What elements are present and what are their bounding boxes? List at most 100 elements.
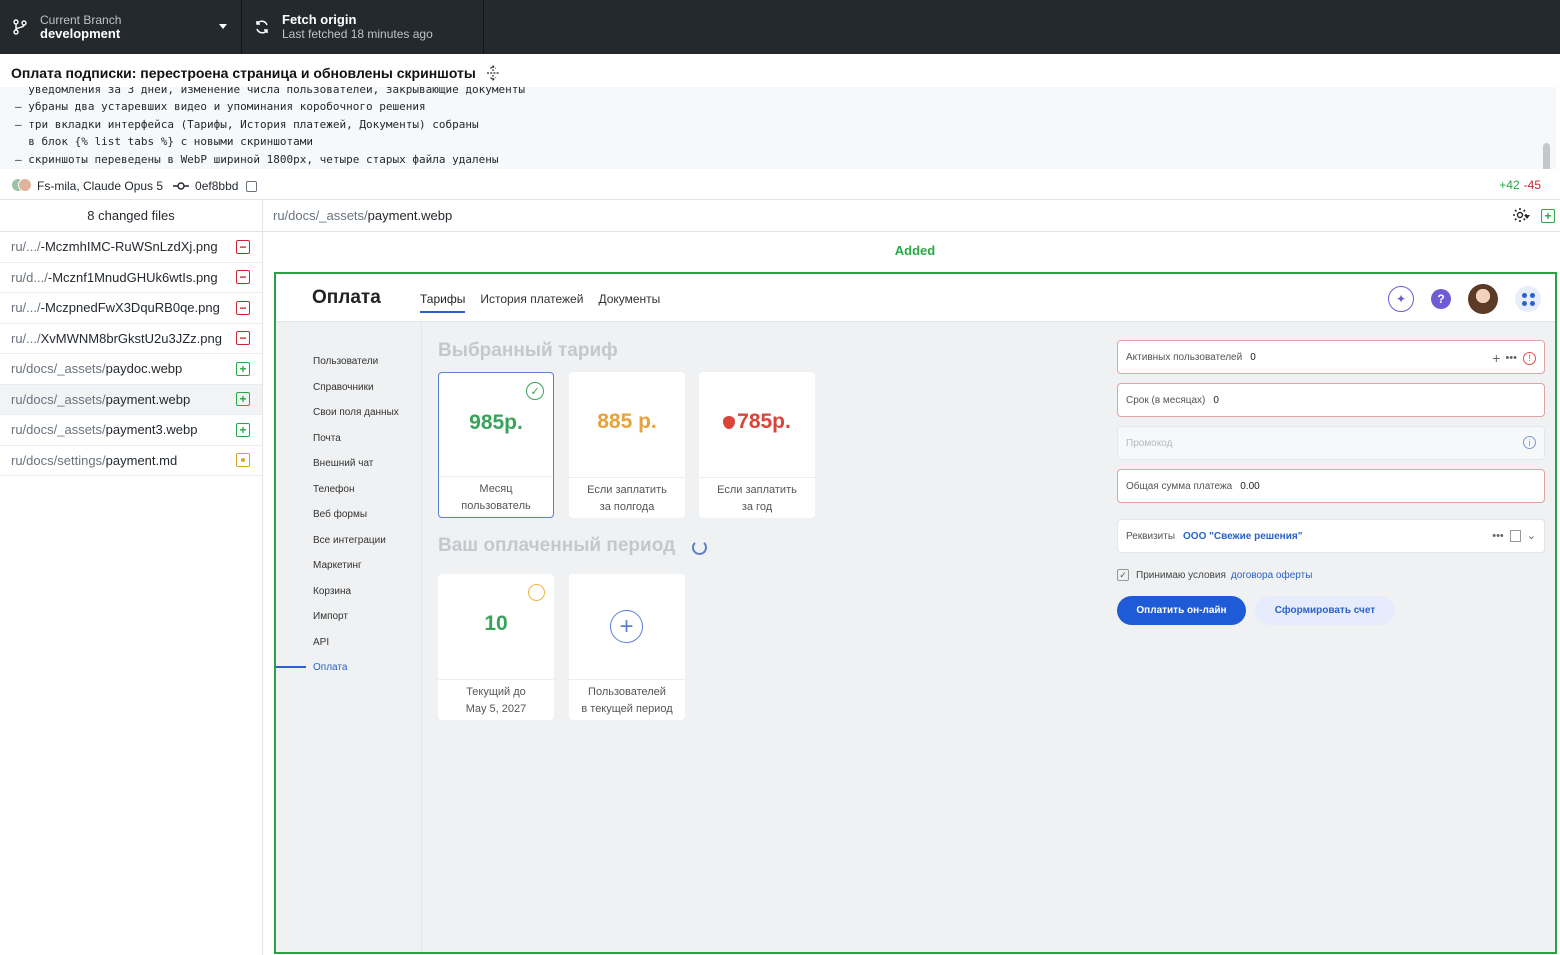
changed-files-header: 8 changed files xyxy=(0,200,262,232)
fetch-origin-button[interactable]: Fetch origin Last fetched 18 minutes ago xyxy=(242,0,484,54)
copy-icon[interactable] xyxy=(246,180,258,192)
tariff-price: 885 р. xyxy=(597,410,657,433)
settings-nav-item[interactable]: Пользователи xyxy=(313,356,378,367)
refresh-icon[interactable] xyxy=(692,540,707,555)
settings-nav-item[interactable]: Телефон xyxy=(313,484,354,495)
file-path-name: payment3.webp xyxy=(105,422,198,438)
changed-files-sidebar: 8 changed files ru/.../-MczmhIMC-RuWSnLz… xyxy=(0,200,263,955)
deleted-status-icon: − xyxy=(236,270,250,285)
additions-count: +42 xyxy=(1499,178,1520,192)
total-amount-field: Общая сумма платежа 0.00 xyxy=(1117,469,1545,503)
file-list-item[interactable]: ru/.../-MczmhIMC-RuWSnLzdXj.png − xyxy=(0,232,262,263)
settings-nav-item[interactable]: Внешний чат xyxy=(313,458,373,469)
term-months-field[interactable]: Срок (в месяцах) 0 xyxy=(1117,383,1545,417)
requisites-select[interactable]: Реквизиты ООО "Свежие решения" ••• ⌄ xyxy=(1117,519,1545,553)
apps-grid-icon[interactable] xyxy=(1515,286,1541,312)
chevron-down-icon xyxy=(219,24,227,29)
more-icon[interactable]: ••• xyxy=(1505,352,1517,364)
file-path: ru/.../-MczpnedFwX3DquRB0qe.png xyxy=(11,300,220,315)
tab-documents[interactable]: Документы xyxy=(598,292,660,313)
offer-agreement: ✓ Принимаю условия договора оферты xyxy=(1117,569,1312,581)
file-list-item[interactable]: ru/.../-MczpnedFwX3DquRB0qe.png − xyxy=(0,293,262,324)
settings-nav-item[interactable]: Оплата xyxy=(313,662,347,673)
tab-payment-history[interactable]: История платежей xyxy=(480,292,583,313)
offer-contract-link[interactable]: договора оферты xyxy=(1231,570,1313,581)
branch-name: development xyxy=(40,26,121,41)
field-label: Срок (в месяцах) xyxy=(1126,394,1206,406)
chevron-down-icon xyxy=(1524,215,1530,219)
commit-meta: Fs-mila, Claude Opus 5 0ef8bbd xyxy=(11,178,258,194)
field-placeholder: Промокод xyxy=(1126,437,1173,449)
help-icon[interactable]: ? xyxy=(1431,289,1451,309)
file-path-dir: ru/.../ xyxy=(11,330,41,346)
diff-path-file: payment.webp xyxy=(367,208,453,223)
avatar[interactable] xyxy=(1468,284,1498,314)
fetch-label: Fetch origin xyxy=(282,12,357,27)
file-list-item[interactable]: ru/d.../-Mcznf1MnudGHUk6wtIs.png − xyxy=(0,263,262,293)
added-status-icon: + xyxy=(236,361,250,376)
settings-nav-item[interactable]: Корзина xyxy=(313,586,351,597)
more-icon[interactable]: ••• xyxy=(1492,530,1504,542)
active-users-field[interactable]: Активных пользователей 0 + ••• ! xyxy=(1117,340,1545,374)
tariff-desc-line1: Если заплатить xyxy=(717,484,797,496)
field-label: Общая сумма платежа xyxy=(1126,480,1233,492)
settings-nav-item[interactable]: Все интеграции xyxy=(313,535,386,546)
settings-nav-item[interactable]: Веб формы xyxy=(313,509,367,520)
add-circle-icon[interactable]: + xyxy=(610,610,643,643)
settings-nav-item[interactable]: Справочники xyxy=(313,382,374,393)
fetch-status: Last fetched 18 minutes ago xyxy=(282,27,433,41)
tab-tariffs[interactable]: Тарифы xyxy=(420,292,466,313)
plus-icon[interactable]: + xyxy=(1492,350,1500,366)
expand-icon[interactable] xyxy=(486,65,500,81)
tariff-card-year[interactable]: 785р. Если заплатить за год xyxy=(699,372,815,518)
image-preview: Оплата Тарифы История платежей Документы… xyxy=(274,272,1557,954)
file-path-dir: ru/docs/_assets/ xyxy=(11,361,106,377)
sync-icon xyxy=(254,19,270,35)
file-list-item[interactable]: ru/.../XvMWNM8brGkstU2u3JZz.png − xyxy=(0,324,262,354)
period-card-users[interactable]: + Пользователей в текущей период xyxy=(569,574,685,720)
settings-nav-item[interactable]: Почта xyxy=(313,433,341,444)
promo-code-field[interactable]: Промокод i xyxy=(1117,426,1545,460)
app-header: Оплата Тарифы История платежей Документы… xyxy=(276,274,1555,322)
tariff-card-halfyear[interactable]: 885 р. Если заплатить за полгода xyxy=(569,372,685,518)
create-invoice-button[interactable]: Сформировать счет xyxy=(1255,596,1395,625)
field-label: Активных пользователей xyxy=(1126,351,1243,363)
tariff-price: 785р. xyxy=(699,410,815,434)
file-list-item[interactable]: ru/docs/_assets/paydoc.webp + xyxy=(0,354,262,385)
deletions-count: -45 xyxy=(1523,178,1541,192)
file-path-name: -Mcznf1MnudGHUk6wtIs.png xyxy=(47,269,218,285)
chevron-down-icon[interactable]: ⌄ xyxy=(1527,529,1536,542)
deleted-status-icon: − xyxy=(236,300,250,315)
commit-title: Оплата подписки: перестроена страница и … xyxy=(11,65,500,81)
field-actions: ••• ⌄ xyxy=(1492,529,1536,542)
deleted-status-icon: − xyxy=(236,239,250,254)
file-path: ru/docs/_assets/paydoc.webp xyxy=(11,361,182,376)
file-list-item[interactable]: ru/docs/_assets/payment.webp + xyxy=(0,384,262,415)
branch-icon xyxy=(12,19,28,35)
tariff-card-month[interactable]: ✓ 985р. Месяц пользователь xyxy=(438,372,554,518)
field-actions: + ••• ! xyxy=(1492,350,1536,366)
settings-nav-item[interactable]: Импорт xyxy=(313,611,348,622)
file-path-name: XvMWNM8brGkstU2u3JZz.png xyxy=(40,330,222,346)
agree-text: Принимаю условия xyxy=(1136,569,1226,581)
tariff-desc-line2: за год xyxy=(741,501,773,513)
file-list-item[interactable]: ru/docs/settings/payment.md xyxy=(0,446,262,476)
period-desc-line2: в текущей период xyxy=(581,703,673,715)
agree-checkbox[interactable]: ✓ xyxy=(1117,569,1129,581)
settings-nav-item[interactable]: API xyxy=(313,637,329,648)
settings-nav-item[interactable]: Свои поля данных xyxy=(313,407,399,418)
commit-description[interactable]: уведомления за 3 дней, изменение числа п… xyxy=(0,87,1556,169)
file-list-item[interactable]: ru/docs/_assets/payment3.webp + xyxy=(0,415,262,446)
section-selected-tariff: Выбранный тариф xyxy=(438,340,618,361)
settings-nav-item[interactable]: Маркетинг xyxy=(313,560,362,571)
diff-status-label: Added xyxy=(894,243,936,258)
document-icon[interactable] xyxy=(1509,529,1521,542)
scrollbar-thumb[interactable] xyxy=(1543,143,1550,169)
sparkle-icon[interactable]: ✦ xyxy=(1388,286,1414,312)
tariff-desc-line1: Месяц xyxy=(479,483,513,495)
file-path-dir: ru/.../ xyxy=(11,300,41,316)
pay-online-button[interactable]: Оплатить он-лайн xyxy=(1117,596,1246,625)
current-branch-dropdown[interactable]: Current Branch development xyxy=(0,0,242,54)
file-path: ru/.../XvMWNM8brGkstU2u3JZz.png xyxy=(11,331,222,346)
period-value: 10 xyxy=(484,612,508,635)
